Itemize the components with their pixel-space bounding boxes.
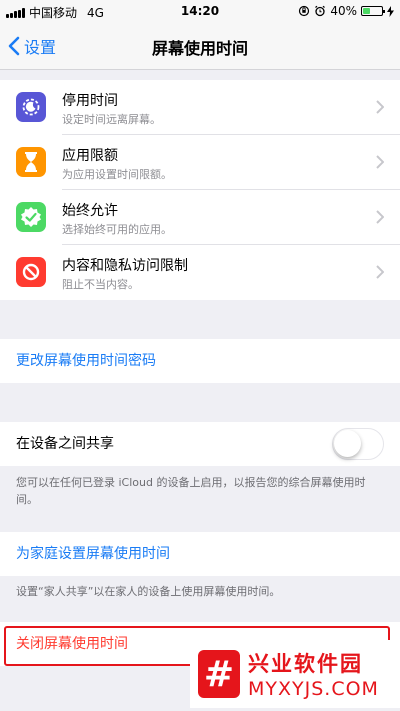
option-always-allowed[interactable]: 始终允许 选择始终可用的应用。 <box>0 190 400 245</box>
option-subtitle: 设定时间远离屏幕。 <box>62 113 161 126</box>
charging-icon <box>387 5 394 17</box>
option-subtitle: 选择始终可用的应用。 <box>62 223 172 236</box>
watermark: # 兴业软件园 MYXYJS.COM <box>190 640 400 708</box>
alarm-icon <box>315 5 326 17</box>
change-passcode-button[interactable]: 更改屏幕使用时间密码 <box>0 339 400 383</box>
watermark-name-cn: 兴业软件园 <box>248 652 363 676</box>
options-group: 停用时间 设定时间远离屏幕。 应用限额 为应用设置时间限额。 始终允许 选择始终… <box>0 80 400 300</box>
page-title: 屏幕使用时间 <box>151 39 248 58</box>
toggle-knob <box>334 430 361 457</box>
chevron-right-icon <box>376 155 384 169</box>
battery-percent: 40% <box>330 4 357 18</box>
chevron-right-icon <box>376 210 384 224</box>
share-across-devices-label: 在设备之间共享 <box>16 436 114 452</box>
option-title: 停用时间 <box>62 93 118 109</box>
chevron-right-icon <box>376 100 384 114</box>
chevron-right-icon <box>376 265 384 279</box>
family-footer-text: 设置“家人共享”以在家人的设备上使用屏幕使用时间。 <box>16 585 281 598</box>
restriction-icon <box>16 257 46 287</box>
share-across-devices-toggle[interactable] <box>332 428 384 460</box>
option-title: 应用限额 <box>62 148 118 164</box>
status-bar: 中国移动 4G 14:20 40% <box>0 0 400 22</box>
hourglass-icon <box>16 147 46 177</box>
checkmark-icon <box>16 202 46 232</box>
watermark-logo: # <box>198 650 240 698</box>
option-title: 始终允许 <box>62 203 118 219</box>
option-subtitle: 阻止不当内容。 <box>62 278 139 291</box>
option-subtitle: 为应用设置时间限额。 <box>62 168 172 181</box>
downtime-icon <box>16 92 46 122</box>
watermark-name-en: MYXYJS.COM <box>248 678 379 700</box>
option-app-limits[interactable]: 应用限额 为应用设置时间限额。 <box>0 135 400 190</box>
option-title: 内容和隐私访问限制 <box>62 258 188 274</box>
family-setup-button[interactable]: 为家庭设置屏幕使用时间 <box>0 532 400 576</box>
share-footer-text: 您可以在任何已登录 iCloud 的设备上启用，以报告您的综合屏幕使用时间。 <box>16 476 366 506</box>
battery-icon <box>361 6 385 16</box>
option-content-privacy[interactable]: 内容和隐私访问限制 阻止不当内容。 <box>0 245 400 300</box>
option-downtime[interactable]: 停用时间 设定时间远离屏幕。 <box>0 80 400 135</box>
share-across-devices-row: 在设备之间共享 <box>0 422 400 466</box>
rotation-lock-icon <box>299 5 310 17</box>
navigation-bar: 设置 屏幕使用时间 <box>0 22 400 70</box>
